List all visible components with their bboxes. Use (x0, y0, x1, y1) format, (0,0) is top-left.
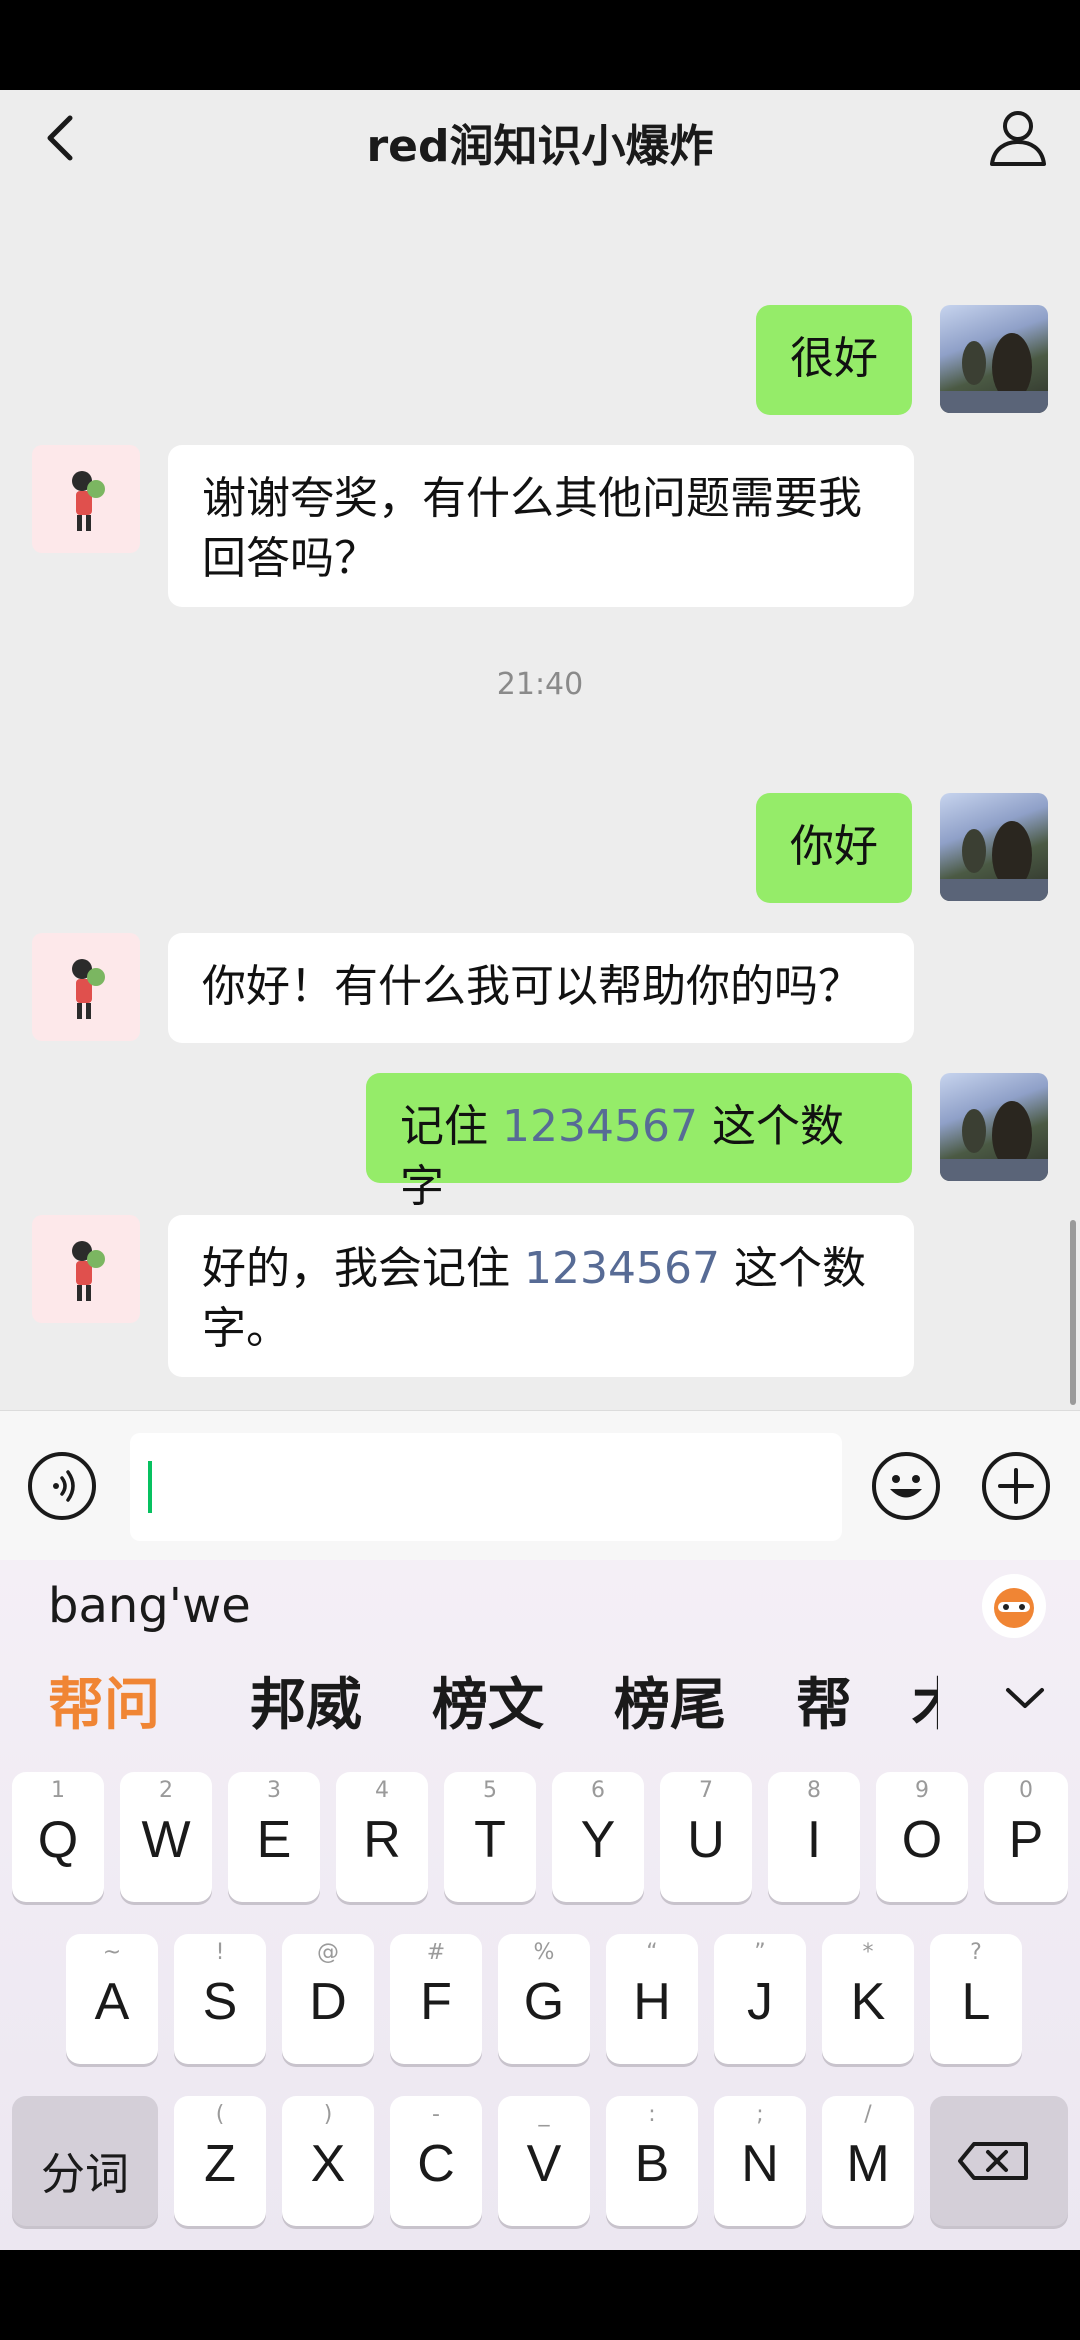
chevron-down-icon (1006, 1688, 1044, 1708)
key[interactable]: 1Q (12, 1772, 104, 1902)
avatar-photo (940, 1101, 1048, 1181)
key[interactable]: 9O (876, 1772, 968, 1902)
keyboard-mascot-icon[interactable] (982, 1574, 1046, 1638)
message-bubble-sent[interactable]: 你好 (756, 793, 912, 903)
plus-icon (998, 1468, 1034, 1504)
message-text: 这个数 (719, 1243, 866, 1294)
key[interactable]: 6Y (552, 1772, 644, 1902)
message-text-line: 谢谢夸奖，有什么其他问题需要我 (202, 473, 862, 524)
candidate-word[interactable]: 帮 (796, 1660, 852, 1741)
emoji-icon (890, 1475, 922, 1498)
key[interactable]: _ V (498, 2096, 590, 2226)
expand-candidates-button[interactable] (1000, 1678, 1050, 1718)
key[interactable]: ? L (930, 1934, 1022, 2064)
message-input[interactable] (130, 1433, 842, 1541)
key[interactable]: * K (822, 1934, 914, 2064)
key[interactable]: / M (822, 2096, 914, 2226)
add-button[interactable] (982, 1452, 1050, 1520)
voice-button[interactable] (28, 1452, 96, 1520)
key[interactable]: 5T (444, 1772, 536, 1902)
key[interactable]: 4R (336, 1772, 428, 1902)
message-text-line: 字。 (202, 1303, 290, 1354)
profile-button[interactable] (986, 106, 1050, 170)
person-icon (990, 111, 1046, 166)
emoji-button[interactable] (872, 1452, 940, 1520)
chat-title: red润知识小爆炸 (366, 121, 714, 172)
bot-avatar[interactable] (32, 445, 140, 553)
message-bubble-received[interactable]: 你好！有什么我可以帮助你的吗？ (168, 933, 914, 1043)
message-bubble-received[interactable]: 谢谢夸奖，有什么其他问题需要我 回答吗？ (168, 445, 914, 607)
key[interactable]: ” J (714, 1934, 806, 2064)
key[interactable]: (Z (174, 2096, 266, 2226)
candidate-bar: 帮问 邦威 榜文 榜尾 帮 木 (0, 1660, 1080, 1750)
candidate-word[interactable]: 榜文 (432, 1660, 544, 1741)
avatar-photo (940, 333, 1048, 413)
segment-key[interactable]: 分词 (12, 2096, 158, 2226)
timestamp: 21:40 (496, 667, 584, 702)
candidate-word[interactable]: 木 (912, 1660, 938, 1741)
message-bubble-received[interactable]: 好的，我会记住 1234567 这个数 字。 (168, 1215, 914, 1377)
bot-avatar[interactable] (32, 933, 140, 1041)
scrollbar[interactable] (1070, 1220, 1076, 1405)
my-avatar[interactable] (940, 1073, 1048, 1181)
number-link[interactable]: 1234567 (502, 1101, 698, 1152)
key[interactable]: % G (498, 1934, 590, 2064)
key[interactable]: 0P (984, 1772, 1068, 1902)
key[interactable]: ; N (714, 2096, 806, 2226)
message-bubble-sent[interactable]: 记住 1234567 这个数字 (366, 1073, 912, 1212)
message-text-line: 回答吗？ (202, 533, 378, 584)
key[interactable]: # F (390, 1934, 482, 2064)
chat-screen: red润知识小爆炸 很好 谢谢夸奖，有什么其他问题需要我 回答吗？ 21:40 … (0, 90, 1080, 2250)
message-list[interactable]: 很好 谢谢夸奖，有什么其他问题需要我 回答吗？ 21:40 你好 你好！有什么我… (0, 185, 1080, 1410)
key[interactable]: :B (606, 2096, 698, 2226)
message-text: 你好 (790, 821, 878, 872)
key[interactable]: “H (606, 1934, 698, 2064)
keyboard: bang'we 帮问 邦威 榜文 榜尾 帮 木 1Q (0, 1560, 1080, 2250)
my-avatar[interactable] (940, 305, 1048, 413)
chat-header: red润知识小爆炸 (0, 90, 1080, 185)
candidate-word[interactable]: 榜尾 (614, 1660, 726, 1741)
backspace-key[interactable] (930, 2096, 1068, 2226)
key[interactable]: 7U (660, 1772, 752, 1902)
backspace-icon (958, 2142, 1028, 2180)
key[interactable]: @ D (282, 1934, 374, 2064)
key[interactable]: ) X (282, 2096, 374, 2226)
message-text: 好的，我会记住 (202, 1243, 524, 1294)
avatar-illustration (72, 959, 105, 1019)
candidate-word[interactable]: 邦威 (250, 1660, 362, 1741)
message-bubble-sent[interactable]: 很好 (756, 305, 912, 415)
voice-icon (53, 1470, 75, 1502)
key[interactable]: -C (390, 2096, 482, 2226)
text-cursor (148, 1461, 152, 1513)
key[interactable]: ~ A (66, 1934, 158, 2064)
candidate-word[interactable]: 帮问 (48, 1660, 160, 1741)
key[interactable]: 3E (228, 1772, 320, 1902)
bot-avatar[interactable] (32, 1215, 140, 1323)
message-text: 记住 (400, 1101, 502, 1152)
input-bar (0, 1410, 1080, 1561)
pinyin-composition: bang'we (48, 1578, 251, 1634)
avatar-photo (940, 821, 1048, 901)
avatar-illustration (72, 1241, 105, 1301)
key[interactable]: 2W (120, 1772, 212, 1902)
avatar-illustration (72, 471, 105, 531)
number-link[interactable]: 1234567 (524, 1243, 720, 1294)
my-avatar[interactable] (940, 793, 1048, 901)
message-text: 你好！有什么我可以帮助你的吗？ (202, 961, 862, 1012)
key[interactable]: ! S (174, 1934, 266, 2064)
key[interactable]: 8I (768, 1772, 860, 1902)
message-text: 很好 (790, 333, 878, 384)
